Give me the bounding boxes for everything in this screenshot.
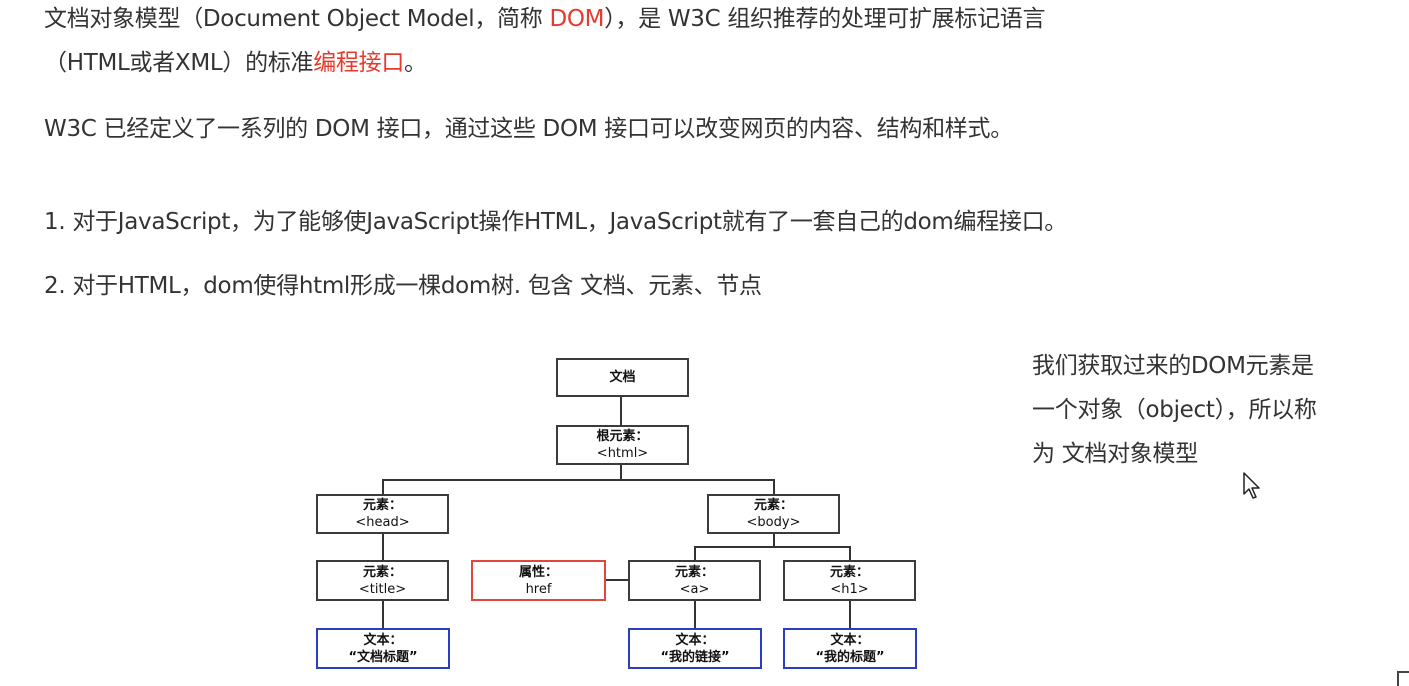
node-root-tag: <html>: [596, 446, 649, 461]
point-html: 2. 对于HTML，dom使得html形成一棵dom树. 包含 文档、元素、节点: [44, 273, 762, 299]
connector-root-branch: [382, 479, 774, 481]
node-a: 元素： <a>: [628, 560, 761, 601]
node-a-label: 元素：: [674, 564, 714, 580]
node-title: 元素： <title>: [316, 560, 449, 601]
node-text-heading-label: 文本：: [830, 632, 870, 648]
node-text-title: 文本： “文档标题”: [316, 628, 450, 669]
node-text-heading-value: “我的标题”: [815, 649, 885, 665]
connector-h1-text: [849, 600, 851, 628]
node-head: 元素： <head>: [316, 494, 449, 534]
mouse-cursor-icon: [1243, 472, 1260, 499]
node-document-label: 文档: [609, 370, 636, 385]
node-h1: 元素： <h1>: [783, 560, 916, 601]
connector-to-a: [694, 546, 696, 561]
side-note: 我们获取过来的DOM元素是 一个对象（object），所以称 为 文档对象模型: [1032, 344, 1372, 476]
dom-highlight: DOM: [549, 6, 605, 32]
node-body-label: 元素：: [753, 498, 793, 513]
node-body: 元素： <body>: [707, 494, 840, 534]
intro-line-1-text: 文档对象模型（Document Object Model，简称: [44, 6, 550, 32]
connector-document-root: [620, 396, 622, 426]
node-h1-tag: <h1>: [830, 581, 869, 597]
node-attr-tag: href: [525, 581, 552, 597]
node-body-tag: <body>: [746, 515, 801, 530]
point-javascript: 1. 对于JavaScript，为了能够使JavaScript操作HTML，Ja…: [44, 209, 1068, 235]
node-text-title-value: “文档标题”: [348, 649, 418, 665]
connector-to-h1: [849, 546, 851, 561]
node-attr-label: 属性：: [518, 564, 558, 580]
connector-a-text: [694, 600, 696, 628]
node-head-tag: <head>: [355, 515, 410, 530]
node-document: 文档: [556, 358, 689, 397]
node-a-tag: <a>: [679, 581, 710, 597]
node-root-html: 根元素： <html>: [556, 425, 689, 465]
side-note-line-2: 一个对象（object），所以称: [1032, 397, 1317, 423]
connector-root-down: [620, 464, 622, 480]
node-title-tag: <title>: [358, 581, 407, 597]
connector-body-branch: [694, 546, 850, 548]
intro-line-1-tail: ），是 W3C 组织推荐的处理可扩展标记语言: [604, 6, 1046, 32]
expand-corner-icon[interactable]: [1396, 670, 1409, 686]
connector-to-head: [382, 479, 384, 495]
intro-line-2-text: （HTML或者XML）的标准: [44, 50, 314, 76]
node-text-link: 文本： “我的链接”: [628, 628, 762, 669]
intro-line-1: 文档对象模型（Document Object Model，简称 DOM），是 W…: [44, 3, 1045, 35]
node-text-link-label: 文本：: [675, 632, 715, 648]
node-text-title-label: 文本：: [363, 632, 403, 648]
node-h1-label: 元素：: [829, 564, 869, 580]
programming-interface-highlight: 编程接口: [313, 50, 405, 76]
connector-title-text: [382, 600, 384, 628]
side-note-line-3: 为 文档对象模型: [1032, 441, 1198, 467]
connector-head-title: [382, 533, 384, 561]
dom-tree-diagram: 文档 根元素： <html> 元素： <head> 元素： <body> 元素：…: [0, 0, 1409, 686]
connector-to-body: [773, 479, 775, 495]
node-text-heading: 文本： “我的标题”: [783, 628, 917, 669]
side-note-line-1: 我们获取过来的DOM元素是: [1032, 353, 1314, 379]
connector-body-down: [773, 533, 775, 547]
node-head-label: 元素：: [362, 498, 402, 513]
intro-line-2-tail: 。: [404, 50, 427, 76]
intro-line-2: （HTML或者XML）的标准编程接口。: [44, 47, 427, 79]
w3c-paragraph: W3C 已经定义了一系列的 DOM 接口，通过这些 DOM 接口可以改变网页的内…: [44, 116, 1013, 142]
connector-attr-a: [605, 579, 629, 581]
node-title-label: 元素：: [362, 564, 402, 580]
node-text-link-value: “我的链接”: [660, 649, 730, 665]
node-root-label: 根元素：: [596, 429, 649, 444]
node-attribute-href: 属性： href: [471, 560, 606, 601]
